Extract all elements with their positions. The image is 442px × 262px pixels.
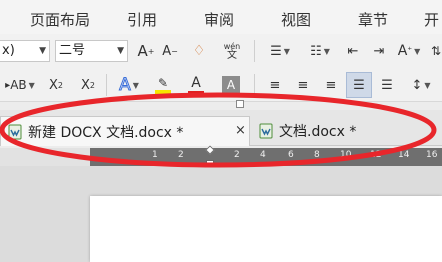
highlight-button[interactable]: ✎ xyxy=(148,74,178,96)
ruler-tick: 14 xyxy=(398,150,410,160)
clear-format-button[interactable]: ♢ xyxy=(188,40,210,62)
align-center-icon: ≡ xyxy=(297,77,309,93)
line-spacing-icon: ↕ xyxy=(411,77,423,93)
align-right-button[interactable]: ≡ xyxy=(320,74,342,96)
font-color-button[interactable]: A xyxy=(180,74,212,96)
highlight-color-bar xyxy=(155,90,171,94)
eraser-icon: ♢ xyxy=(192,43,206,59)
char-shading-icon: A xyxy=(226,78,236,92)
sort-button[interactable]: ⇅ xyxy=(428,40,442,62)
toolbar-divider xyxy=(106,74,107,96)
justify-icon: ☰ xyxy=(353,77,365,93)
text-effects-button[interactable]: ▸ AB ▼ xyxy=(2,74,38,96)
chevron-down-icon: ▼ xyxy=(283,46,290,56)
shrink-font-button[interactable]: A − xyxy=(160,40,180,62)
tab-new-docx[interactable]: 新建 DOCX 文档.docx * × xyxy=(0,116,250,146)
text-effects-label: AB xyxy=(10,78,27,92)
text-outline-icon: A xyxy=(119,75,132,96)
menu-start-partial[interactable]: 开 xyxy=(424,9,439,30)
pinyin-char-icon: 文 xyxy=(227,50,237,61)
align-center-button[interactable]: ≡ xyxy=(292,74,314,96)
align-right-icon: ≡ xyxy=(325,77,337,93)
wps-doc-icon xyxy=(8,124,22,140)
grow-font-button[interactable]: A + xyxy=(136,40,156,62)
menu-references[interactable]: 引用 xyxy=(127,9,157,30)
ruler-tick: 4 xyxy=(260,150,266,160)
chevron-down-icon: ▼ xyxy=(132,80,139,90)
tab-title: 新建 DOCX 文档.docx * xyxy=(28,124,184,141)
ruler-tick: 6 xyxy=(288,150,294,160)
indent-marker[interactable] xyxy=(205,145,215,155)
ruler-tick: 2 xyxy=(178,150,184,160)
ruler-tick: 12 xyxy=(370,150,382,160)
char-shading-button[interactable]: A xyxy=(222,76,240,94)
text-style-icon: A xyxy=(397,43,408,59)
justify-button[interactable]: ☰ xyxy=(346,72,372,98)
distributed-align-icon: ☰ xyxy=(381,77,393,93)
align-left-button[interactable]: ≡ xyxy=(264,74,286,96)
paragraph-dialog-launcher[interactable] xyxy=(236,100,244,108)
distributed-align-button[interactable]: ☰ xyxy=(376,74,398,96)
ruler-margin-area xyxy=(0,148,90,166)
text-outline-button[interactable]: A ▼ xyxy=(112,74,146,96)
chevron-down-icon: ▼ xyxy=(323,46,330,56)
numbered-list-icon: ☷ xyxy=(310,43,322,59)
grow-font-icon: A xyxy=(137,42,148,60)
menu-page-layout[interactable]: 页面布局 xyxy=(30,9,90,30)
ruler-tick: 2 xyxy=(234,150,240,160)
line-spacing-button[interactable]: ↕ ▼ xyxy=(404,74,438,96)
tab-title: 文档.docx * xyxy=(279,124,357,140)
pinyin-button[interactable]: wén 文 xyxy=(218,38,246,64)
chevron-down-icon: ▼ xyxy=(117,46,124,56)
ruler-tick: 16 xyxy=(426,150,438,160)
toolbar-divider xyxy=(254,74,255,96)
decrease-indent-icon: ⇤ xyxy=(347,43,359,59)
superscript-mark: 2 xyxy=(57,80,63,90)
tab-doc[interactable]: 文档.docx * xyxy=(252,116,432,146)
ruler-tick: 1 xyxy=(152,150,158,160)
bullet-list-button[interactable]: ☰ ▼ xyxy=(262,40,298,62)
font-size-value: 二号 xyxy=(59,43,86,58)
align-left-icon: ≡ xyxy=(269,77,281,93)
decrease-indent-button[interactable]: ⇤ xyxy=(342,40,364,62)
chevron-down-icon: ▼ xyxy=(424,80,431,90)
chevron-down-icon: ▼ xyxy=(39,46,46,56)
document-page[interactable] xyxy=(90,196,442,262)
superscript-button[interactable]: X2 xyxy=(44,74,68,96)
formatting-toolbar: x) ▼ 二号 ▼ A + A − ♢ wén 文 ☰ ▼ ☷ ▼ ⇤ ⇥ A ⁺ ▼ ⇅ … xyxy=(0,34,442,108)
menu-review[interactable]: 审阅 xyxy=(204,9,234,30)
numbered-list-button[interactable]: ☷ ▼ xyxy=(302,40,338,62)
chevron-down-icon: ▼ xyxy=(28,80,35,90)
font-size-combo[interactable]: 二号 ▼ xyxy=(55,40,128,62)
ruler-tick: 10 xyxy=(340,150,352,160)
ruler-tick: 8 xyxy=(314,150,320,160)
wps-doc-icon xyxy=(259,123,273,139)
highlighter-icon: ✎ xyxy=(157,76,169,90)
document-tab-strip: 新建 DOCX 文档.docx * × 文档.docx * xyxy=(0,110,442,146)
close-icon[interactable]: × xyxy=(235,123,246,138)
font-color-bar xyxy=(188,90,204,95)
text-style-button[interactable]: A ⁺ ▼ xyxy=(394,40,424,62)
subscript-mark: 2 xyxy=(89,80,95,90)
menu-bar: 页面布局 引用 审阅 视图 章节 开 xyxy=(0,0,442,34)
bullet-list-icon: ☰ xyxy=(270,43,282,59)
font-name-combo[interactable]: x) ▼ xyxy=(0,40,50,62)
font-color-icon: A xyxy=(191,74,201,91)
menu-view[interactable]: 视图 xyxy=(281,9,311,30)
superscript-icon: X xyxy=(49,77,58,93)
horizontal-ruler[interactable]: 1 2 2 4 6 8 10 12 14 16 xyxy=(90,145,442,168)
toolbar-divider xyxy=(254,40,255,62)
subscript-icon: X xyxy=(81,77,90,93)
menu-section[interactable]: 章节 xyxy=(358,9,388,30)
subscript-button[interactable]: X2 xyxy=(76,74,100,96)
shrink-font-icon: A xyxy=(162,43,172,59)
increase-indent-icon: ⇥ xyxy=(373,43,385,59)
sort-icon: ⇅ xyxy=(430,44,442,58)
font-name-value: x) xyxy=(2,43,15,58)
chevron-down-icon: ▼ xyxy=(414,46,421,56)
increase-indent-button[interactable]: ⇥ xyxy=(368,40,390,62)
